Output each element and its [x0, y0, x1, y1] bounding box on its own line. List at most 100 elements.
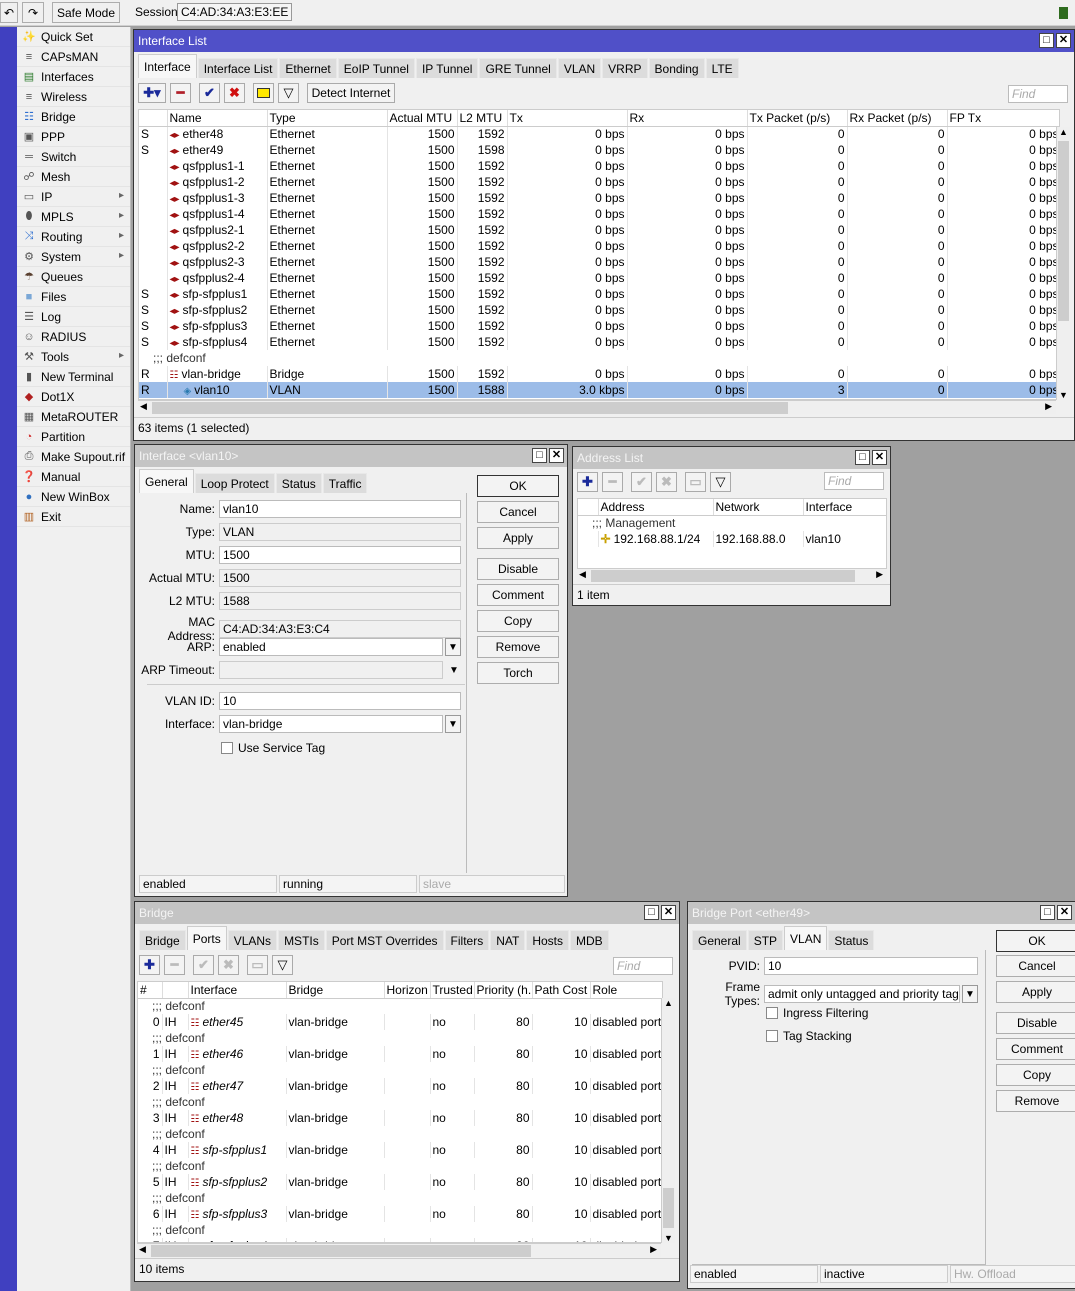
arp-select[interactable]: enabled [219, 638, 443, 656]
comment-button[interactable]: ▭ [247, 955, 268, 975]
table-row[interactable]: 4 IH ☷ sfp-sfpplus1 vlan-bridge no 80 10 disable… [138, 1142, 662, 1158]
filter-button[interactable]: ▽ [272, 955, 293, 975]
interface-horizontal-scrollbar[interactable]: ◀ ▶ [138, 400, 1056, 414]
safe-mode-button[interactable]: Safe Mode [52, 2, 120, 23]
redo-button[interactable]: ↷ [22, 2, 44, 23]
remove-button[interactable]: ━ [164, 955, 185, 975]
scroll-left-icon[interactable]: ◀ [140, 401, 147, 412]
add-button[interactable]: ✚ [139, 955, 160, 975]
table-row[interactable]: ◂▸ qsfpplus2-1 Ethernet 1500 1592 0 bps 0 bps 0… [139, 222, 1059, 238]
name-input[interactable]: vlan10 [219, 500, 461, 518]
column-header-name[interactable]: Name [167, 110, 268, 127]
column-header--[interactable]: # [138, 982, 163, 999]
table-row[interactable]: 1 IH ☷ ether46 vlan-bridge no 80 10 disabled por… [138, 1046, 662, 1062]
disable-button[interactable]: ✖ [218, 955, 239, 975]
ok-button[interactable]: OK [996, 930, 1075, 952]
close-button[interactable]: ✕ [1056, 33, 1071, 48]
sidebar-item-queues[interactable]: ☂ Queues [17, 267, 130, 287]
sidebar-item-quick-set[interactable]: ✨ Quick Set [17, 27, 130, 47]
sidebar-item-tools[interactable]: ⚒ Tools ▸ [17, 347, 130, 367]
table-row[interactable]: S ◂▸ sfp-sfpplus3 Ethernet 1500 1592 0 bps 0 bp… [139, 318, 1059, 334]
column-header-rx[interactable]: Rx [627, 110, 748, 127]
scroll-up-icon[interactable]: ▲ [1057, 127, 1070, 137]
mtu-input[interactable]: 1500 [219, 546, 461, 564]
comment-button[interactable] [253, 83, 274, 103]
sidebar-item-ip[interactable]: ▭ IP ▸ [17, 187, 130, 207]
remove-button[interactable]: Remove [477, 636, 559, 658]
add-button[interactable]: ✚▾ [138, 83, 166, 103]
sidebar-item-log[interactable]: ☰ Log [17, 307, 130, 327]
arp-timeout-expand-icon[interactable]: ▼ [449, 665, 459, 676]
apply-button[interactable]: Apply [477, 527, 559, 549]
window-titlebar[interactable]: Interface <vlan10> □ ✕ [135, 445, 567, 467]
comment-row[interactable]: ;;; defconf [138, 998, 662, 1014]
comment-row[interactable]: ;;; defconf [138, 1158, 662, 1174]
arp-dropdown-button[interactable]: ▼ [445, 638, 461, 656]
tab-general[interactable]: General [139, 469, 194, 493]
sidebar-item-new-winbox[interactable]: ● New WinBox [17, 487, 130, 507]
sidebar-item-make-supout-rif[interactable]: ⎙ Make Supout.rif [17, 447, 130, 467]
sidebar-item-system[interactable]: ⚙ System ▸ [17, 247, 130, 267]
bridge-horizontal-scrollbar[interactable]: ◀ ▶ [137, 1243, 661, 1257]
disable-button[interactable]: Disable [996, 1012, 1075, 1034]
tab-status[interactable]: Status [828, 930, 875, 950]
scroll-thumb[interactable] [1058, 141, 1069, 321]
ingress-filtering-checkbox[interactable] [766, 1007, 778, 1019]
tab-nat[interactable]: NAT [490, 930, 526, 950]
column-header-priority-h-[interactable]: Priority (h... [474, 982, 533, 999]
scroll-right-icon[interactable]: ▶ [876, 569, 883, 580]
column-header-network[interactable]: Network [713, 499, 804, 516]
window-titlebar[interactable]: Interface List □ ✕ [134, 30, 1074, 52]
scroll-thumb[interactable] [152, 402, 788, 414]
apply-button[interactable]: Apply [996, 981, 1075, 1003]
enable-button[interactable]: ✔ [199, 83, 220, 103]
filter-button[interactable]: ▽ [278, 83, 299, 103]
sidebar-item-interfaces[interactable]: ▤ Interfaces [17, 67, 130, 87]
comment-row[interactable]: ;;; Management [578, 515, 886, 531]
tab-bonding[interactable]: Bonding [648, 58, 705, 78]
ok-button[interactable]: OK [477, 475, 559, 497]
frame-types-select[interactable]: admit only untagged and priority tagged [764, 985, 960, 1003]
disable-button[interactable]: ✖ [224, 83, 245, 103]
scroll-left-icon[interactable]: ◀ [139, 1244, 146, 1255]
disable-button[interactable]: Disable [477, 558, 559, 580]
table-row[interactable]: ◂▸ qsfpplus1-1 Ethernet 1500 1592 0 bps 0 bps 0… [139, 158, 1059, 174]
tab-gre-tunnel[interactable]: GRE Tunnel [479, 58, 557, 78]
comment-row[interactable]: ;;; defconf [139, 350, 1059, 366]
address-horizontal-scrollbar[interactable]: ◀ ▶ [577, 568, 887, 582]
column-header-flags[interactable] [162, 982, 189, 999]
filter-button[interactable]: ▽ [710, 472, 731, 492]
table-row[interactable]: S ◂▸ sfp-sfpplus4 Ethernet 1500 1592 0 bps 0 bp… [139, 334, 1059, 350]
table-row[interactable]: R ☷ vlan-bridge Bridge 1500 1592 0 bps 0 bps 0 0 0… [139, 366, 1059, 382]
tab-filters[interactable]: Filters [444, 930, 490, 950]
remove-button[interactable]: ━ [170, 83, 191, 103]
column-header-interface[interactable]: Interface [188, 982, 287, 999]
table-row[interactable]: 0 IH ☷ ether45 vlan-bridge no 80 10 disabled por… [138, 1014, 662, 1030]
session-value[interactable]: C4:AD:34:A3:E3:EE [177, 3, 293, 21]
sidebar-item-bridge[interactable]: ☷ Bridge [17, 107, 130, 127]
remove-button[interactable]: ━ [602, 472, 623, 492]
table-row[interactable]: S ◂▸ sfp-sfpplus2 Ethernet 1500 1592 0 bps 0 bp… [139, 302, 1059, 318]
scroll-right-icon[interactable]: ▶ [1045, 401, 1052, 412]
table-row[interactable]: R ◈ vlan10 VLAN 1500 1588 3.0 kbps 0 bps 3 0 0 bps [139, 382, 1059, 398]
table-row[interactable]: ◂▸ qsfpplus2-4 Ethernet 1500 1592 0 bps 0 bps 0… [139, 270, 1059, 286]
maximize-button[interactable]: □ [1039, 33, 1054, 48]
column-header-actual-mtu[interactable]: Actual MTU [387, 110, 458, 127]
sidebar-item-partition[interactable]: ◔ Partition [17, 427, 130, 447]
table-row[interactable]: ◂▸ qsfpplus1-4 Ethernet 1500 1592 0 bps 0 bps 0… [139, 206, 1059, 222]
sidebar-item-dot1x[interactable]: ◆ Dot1X [17, 387, 130, 407]
comment-button[interactable]: Comment [477, 584, 559, 606]
add-button[interactable]: ✚ [577, 472, 598, 492]
scroll-thumb[interactable] [591, 570, 855, 582]
tab-vlan[interactable]: VLAN [557, 58, 602, 78]
sidebar-item-metarouter[interactable]: ▦ MetaROUTER [17, 407, 130, 427]
tab-loop-protect[interactable]: Loop Protect [194, 473, 275, 493]
scroll-down-icon[interactable]: ▼ [662, 1233, 675, 1243]
comment-button[interactable]: ▭ [685, 472, 706, 492]
scroll-down-icon[interactable]: ▼ [1057, 390, 1070, 400]
cancel-button[interactable]: Cancel [477, 501, 559, 523]
interface-vertical-scrollbar[interactable]: ▲ ▼ [1056, 127, 1070, 400]
comment-row[interactable]: ;;; defconf [138, 1062, 662, 1078]
tab-hosts[interactable]: Hosts [526, 930, 570, 950]
tab-status[interactable]: Status [275, 473, 322, 493]
